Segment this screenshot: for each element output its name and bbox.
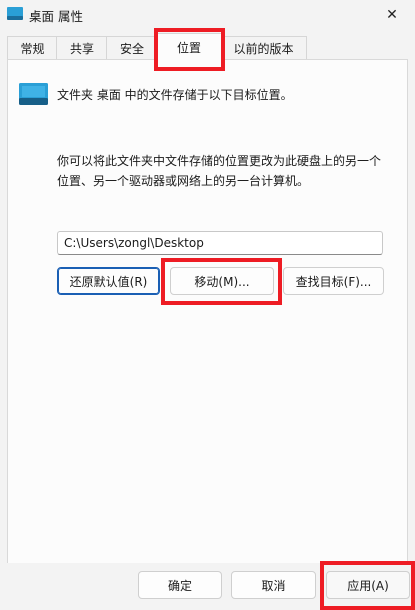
folder-icon: [19, 83, 48, 105]
tab-location[interactable]: 位置: [156, 33, 222, 61]
close-icon: ✕: [386, 7, 398, 23]
tab-general[interactable]: 常规: [7, 36, 58, 59]
close-button[interactable]: ✕: [369, 0, 415, 30]
location-panel: [7, 59, 408, 564]
tab-strip: 常规 共享 安全 位置 以前的版本: [7, 33, 407, 61]
tab-security[interactable]: 安全: [106, 36, 158, 59]
apply-button[interactable]: 应用(A): [326, 571, 410, 599]
tab-sharing[interactable]: 共享: [56, 36, 108, 59]
cancel-button[interactable]: 取消: [231, 571, 316, 599]
window-title: 桌面 属性: [29, 9, 83, 24]
path-input[interactable]: [57, 231, 383, 255]
ok-button[interactable]: 确定: [138, 571, 222, 599]
find-target-button[interactable]: 查找目标(F)...: [283, 267, 384, 295]
tab-previous-versions[interactable]: 以前的版本: [220, 36, 307, 59]
move-button[interactable]: 移动(M)...: [170, 267, 274, 295]
folder-icon: [7, 7, 23, 20]
restore-default-button[interactable]: 还原默认值(R): [57, 267, 160, 295]
location-help-text: 你可以将此文件夹中文件存储的位置更改为此硬盘上的另一个位置、另一个驱动器或网络上…: [57, 154, 382, 188]
title-bar: 桌面 属性 ✕: [0, 0, 415, 30]
location-description: 文件夹 桌面 中的文件存储于以下目标位置。: [57, 88, 293, 102]
